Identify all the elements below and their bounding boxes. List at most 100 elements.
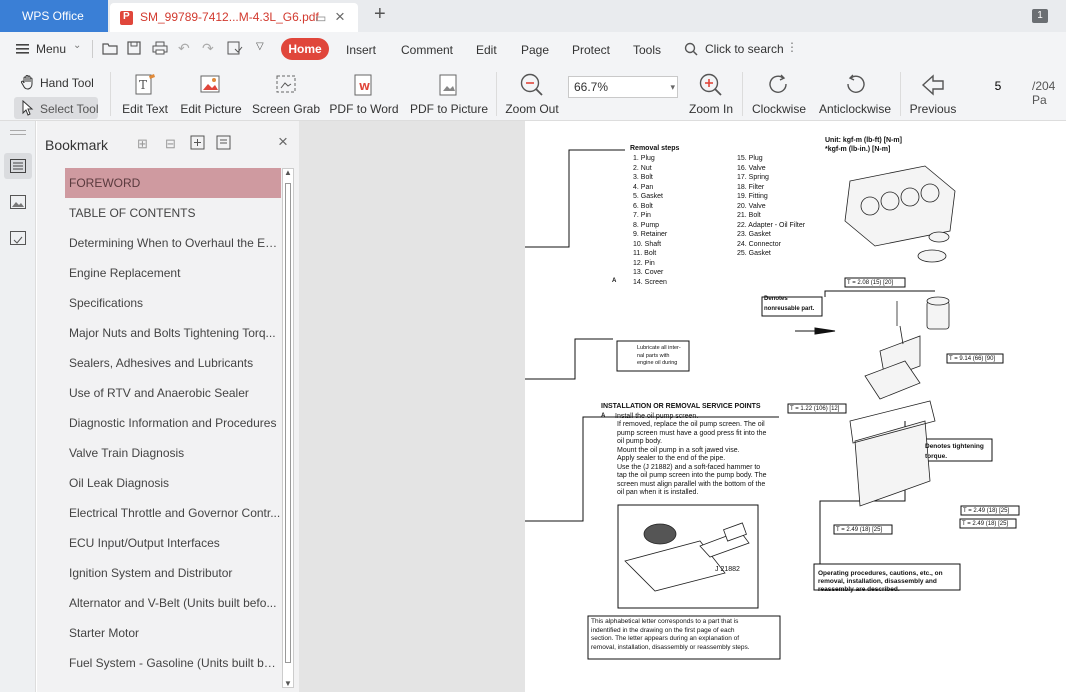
nonreusable-note: Denotes nonreusable part.	[764, 296, 815, 312]
pdf-to-word-button[interactable]: W PDF to Word	[328, 66, 400, 121]
zoom-select[interactable]: 66.7% ▾	[568, 76, 678, 98]
menu-tab-protect[interactable]: Protect	[572, 43, 610, 57]
bookmark-item[interactable]: FOREWORD	[65, 168, 281, 198]
operating-note: Operating procedures, cautions, etc., on…	[818, 570, 943, 593]
bookmark-item[interactable]: Fuel System - Gasoline (Units built bef.…	[65, 648, 281, 678]
new-tab-icon[interactable]: +	[374, 3, 386, 26]
bookmark-scrollbar[interactable]: ▲ ▼	[282, 168, 294, 688]
menu-tab-tools[interactable]: Tools	[633, 43, 661, 57]
chevron-down-icon[interactable]: ⌄	[73, 40, 81, 51]
wps-home-tab[interactable]: WPS Office	[0, 0, 108, 32]
removal-steps-right: 15. Plug 16. Valve 17. Spring 18. Filter…	[737, 155, 806, 257]
window-count-badge[interactable]: 1	[1032, 9, 1048, 23]
cursor-icon	[22, 100, 34, 116]
print-icon[interactable]	[152, 41, 168, 55]
page-number-input[interactable]	[970, 76, 1026, 96]
menu-tab-comment[interactable]: Comment	[401, 43, 453, 57]
edit-text-button[interactable]: T Edit Text	[118, 66, 172, 121]
bookmark-item[interactable]: Ignition System and Distributor	[65, 558, 281, 588]
scroll-down-icon[interactable]: ▼	[284, 679, 292, 688]
menu-tab-home[interactable]: Home	[281, 38, 329, 60]
divider	[92, 40, 93, 58]
arrow-left-icon	[920, 72, 946, 98]
screen-grab-button[interactable]: Screen Grab	[252, 66, 320, 121]
divider	[10, 130, 26, 131]
close-tab-icon[interactable]: ×	[335, 7, 345, 27]
chevron-down-icon[interactable]: ▾	[670, 77, 675, 97]
menu-tab-page[interactable]: Page	[521, 43, 549, 57]
bookmark-item[interactable]: Valve Train Diagnosis	[65, 438, 281, 468]
divider	[110, 72, 111, 116]
more-dropdown-icon[interactable]: ▽	[256, 41, 264, 52]
bookmark-item[interactable]: Oil Leak Diagnosis	[65, 468, 281, 498]
removal-steps-title: Removal steps	[630, 145, 680, 152]
part-letter-marker: A	[612, 278, 617, 284]
pdf-to-word-icon: W	[352, 72, 376, 98]
pdf-page: Removal steps 1. Plug 2. Nut 3. Bolt 4. …	[525, 121, 1066, 692]
more-options-icon[interactable]: ⋮	[786, 40, 798, 54]
bookmark-item[interactable]: TABLE OF CONTENTS	[65, 198, 281, 228]
bookmark-item[interactable]: Specifications	[65, 288, 281, 318]
edit-picture-button[interactable]: Edit Picture	[178, 66, 244, 121]
bookmark-item[interactable]: Use of RTV and Anaerobic Sealer	[65, 378, 281, 408]
zoom-in-button[interactable]: Zoom In	[684, 66, 738, 121]
close-panel-icon[interactable]: ×	[278, 132, 288, 152]
anticlockwise-button[interactable]: Anticlockwise	[816, 66, 894, 121]
pdf-to-picture-button[interactable]: PDF to Picture	[408, 66, 490, 121]
expand-all-icon[interactable]: ⊞	[137, 136, 148, 152]
search-icon[interactable]	[684, 42, 698, 56]
redo-icon[interactable]: ↷	[202, 40, 214, 57]
torque-label: T = 1.22 (106) [12]	[790, 406, 840, 412]
bookmark-item[interactable]: Starter Motor	[65, 618, 281, 648]
page-total: /204 Pa	[1032, 79, 1056, 107]
menu-tab-edit[interactable]: Edit	[476, 43, 497, 57]
bookmark-item[interactable]: Engine Replacement	[65, 258, 281, 288]
bookmark-options-icon[interactable]	[216, 135, 231, 150]
save-icon[interactable]	[127, 41, 141, 55]
convert-icon[interactable]	[227, 41, 243, 55]
undo-icon[interactable]: ↶	[178, 40, 190, 57]
menu-button[interactable]: Menu	[36, 42, 66, 56]
clockwise-button[interactable]: Clockwise	[748, 66, 810, 121]
add-bookmark-icon[interactable]	[190, 135, 205, 150]
bookmark-item[interactable]: ECU Input/Output Interfaces	[65, 528, 281, 558]
bookmark-item[interactable]: Diagnostic Information and Procedures	[65, 408, 281, 438]
attachment-icon[interactable]	[10, 231, 26, 245]
rotate-anticlockwise-icon	[842, 72, 868, 98]
document-tab-title: SM_99789-7412...M-4.3L_G6.pdf	[140, 10, 319, 24]
bookmark-list: FOREWORD TABLE OF CONTENTS Determining W…	[65, 168, 281, 678]
divider	[10, 134, 26, 135]
previous-page-button[interactable]: Previous	[906, 66, 960, 121]
removal-steps-left: 1. Plug 2. Nut 3. Bolt 4. Pan 5. Gasket …	[633, 155, 668, 286]
bookmark-panel: Bookmark ⊞ ⊟ × FOREWORD TABLE OF CONTENT…	[37, 121, 299, 692]
lubricate-note: Lubricate all inter- nal parts with engi…	[637, 345, 681, 366]
open-folder-icon[interactable]	[102, 41, 118, 55]
monitor-icon[interactable]: ▭	[315, 11, 326, 25]
rotate-clockwise-icon	[766, 72, 792, 98]
hand-tool-button[interactable]: Hand Tool	[40, 76, 94, 90]
bookmark-item[interactable]: Alternator and V-Belt (Units built befo.…	[65, 588, 281, 618]
hamburger-icon[interactable]	[16, 43, 30, 55]
svg-text:T: T	[139, 78, 147, 92]
bookmark-item[interactable]: Major Nuts and Bolts Tightening Torq...	[65, 318, 281, 348]
bookmark-item[interactable]: Electrical Throttle and Governor Contr..…	[65, 498, 281, 528]
hand-icon	[20, 74, 36, 90]
divider	[900, 72, 901, 116]
service-part-letter: A	[601, 413, 606, 419]
document-tab[interactable]: SM_99789-7412...M-4.3L_G6.pdf ▭ ×	[110, 3, 358, 32]
collapse-all-icon[interactable]: ⊟	[165, 136, 176, 152]
search-box[interactable]: Click to search	[705, 42, 784, 56]
torque-label: T = 2.49 (18) [25]	[963, 508, 1010, 514]
oil-pump-screen-illustration	[624, 522, 750, 592]
bookmark-item[interactable]: Determining When to Overhaul the En...	[65, 228, 281, 258]
scrollbar-thumb[interactable]	[285, 183, 291, 663]
divider	[742, 72, 743, 116]
zoom-out-button[interactable]: Zoom Out	[502, 66, 562, 121]
tightening-note: Denotes tightening torque.	[925, 443, 984, 460]
tool-label: J 21882	[715, 566, 740, 573]
menu-tab-insert[interactable]: Insert	[346, 43, 376, 57]
bookmark-item[interactable]: Sealers, Adhesives and Lubricants	[65, 348, 281, 378]
thumbnail-icon[interactable]	[10, 195, 26, 209]
scroll-up-icon[interactable]: ▲	[284, 168, 292, 177]
divider	[496, 72, 497, 116]
